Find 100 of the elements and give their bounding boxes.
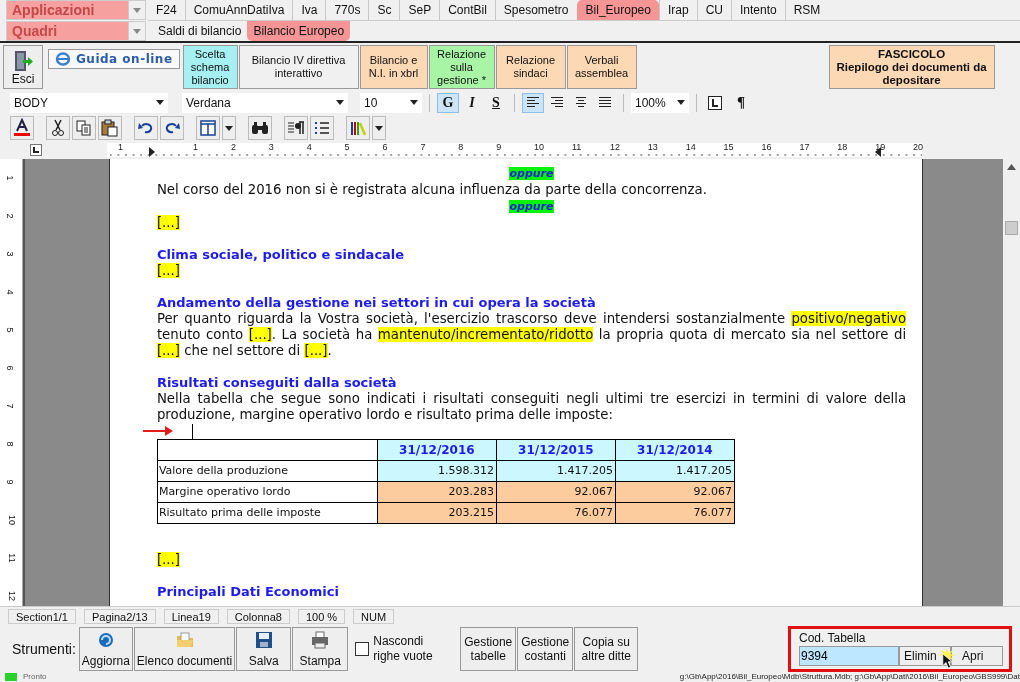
ruler-number: 1 — [4, 175, 15, 181]
ruler-number: 1 — [193, 141, 198, 152]
paragraph: [...] — [156, 214, 181, 231]
ruler-number: 12 — [609, 141, 620, 152]
app-tab[interactable]: F24 — [148, 0, 185, 20]
ruler-number: 11 — [6, 552, 17, 563]
ruler-number: 15 — [723, 141, 734, 152]
ruler-number: 7 — [4, 403, 15, 409]
ruler-number: 4 — [4, 289, 15, 295]
table-cell: Valore della produzione — [157, 460, 378, 482]
ruler-number: 17 — [799, 141, 810, 152]
ruler-number: 10 — [534, 141, 545, 152]
ruler-number: 8 — [458, 141, 464, 152]
app-tab[interactable]: ContBil — [439, 0, 495, 20]
ruler-number: 11 — [572, 141, 582, 152]
app-tab[interactable]: ComuAnnDatiIva — [184, 0, 293, 20]
zoom-dropdown[interactable]: 100% — [631, 92, 689, 113]
text-style-button[interactable]: G — [437, 92, 459, 113]
section-button[interactable]: Bilancio IV direttiva interattivo — [238, 45, 359, 89]
section-heading: Principali Dati Economici — [156, 583, 340, 600]
section-tab[interactable]: Saldi di bilancio — [152, 21, 248, 41]
ruler-number: 14 — [685, 141, 696, 152]
status-pane: 100 % — [297, 608, 346, 624]
status-pane: Pagina2/13 — [84, 608, 156, 624]
tool-button[interactable]: Stampa — [292, 626, 349, 671]
style-dropdown[interactable]: BODY — [10, 92, 168, 113]
section-heading: Risultati conseguiti dalla società — [156, 374, 398, 391]
ruler-number: 6 — [382, 141, 388, 152]
online-help-button[interactable]: Guida on-line — [48, 49, 180, 69]
ruler-number: 8 — [4, 441, 15, 447]
app-tab[interactable]: Sc — [368, 0, 400, 20]
text-style-button[interactable]: I — [461, 92, 483, 113]
ruler-number: 10 — [7, 514, 17, 525]
alternative-label: oppure — [509, 166, 554, 180]
tool-button[interactable]: Gestione tabelle — [460, 626, 517, 671]
text-style-button[interactable]: S — [485, 92, 507, 113]
paragraph: Per quanto riguarda la Vostra società, l'esercizio trascorso deve intendersi sostanzialmente positivo/negativo tenuto conto [...]. La società ha mantenuto/incrementato/ridotto la propria quota di mercato sia nel settore di [...] che nel settore di [...]. — [156, 310, 907, 359]
checkbox-label: Nascondi righe vuote — [373, 633, 434, 664]
section-button[interactable]: Relazione sulla gestione * — [428, 45, 495, 89]
table-cell: Risultato prima delle imposte — [157, 502, 378, 524]
status-text: Pronto — [23, 672, 47, 682]
column-header: 31/12/2016 — [377, 439, 497, 461]
section-button[interactable]: Scelta schema bilancio — [182, 45, 238, 89]
paragraph: [...] — [156, 262, 181, 279]
ruler-number: 6 — [4, 365, 15, 371]
app-tab[interactable]: RSM — [784, 0, 829, 20]
tool-button[interactable]: Copia su altre ditte — [574, 626, 639, 671]
section-button[interactable]: Verbali assemblea — [566, 45, 637, 89]
ruler-number: 16 — [761, 141, 772, 152]
ruler-number: 1 — [118, 141, 123, 152]
font-size-dropdown[interactable]: 10 — [360, 92, 422, 113]
formatting-marks-button[interactable]: ¶ — [730, 92, 752, 113]
ruler-number: 18 — [837, 141, 848, 152]
status-pane: NUM — [353, 608, 395, 624]
tool-button[interactable]: Elenco documenti — [133, 626, 236, 671]
dossier-button[interactable]: FASCICOLO Riepilogo dei documenti da depositare — [828, 45, 995, 89]
section-heading: Andamento della gestione nei settori in cui opera la società — [156, 294, 597, 311]
app-tab[interactable]: Bil_Europeo — [576, 0, 659, 20]
alternative-label: oppure — [509, 199, 554, 213]
status-pane: Section1/1 — [8, 608, 76, 624]
ruler-number: 5 — [344, 141, 350, 152]
app-tab[interactable]: Irap — [658, 0, 697, 20]
tool-button[interactable]: Salva — [236, 626, 292, 671]
code-button[interactable]: Apri — [951, 645, 1003, 666]
section-heading: Clima sociale, politico e sindacale — [156, 246, 406, 263]
app-tab[interactable]: SeP — [399, 0, 440, 20]
ruler-number: 2 — [4, 213, 15, 219]
ruler-number: 13 — [647, 141, 658, 152]
section-button[interactable]: Relazione sindaci — [495, 45, 566, 89]
status-pane: Colonna8 — [226, 608, 290, 624]
paragraph: Nella tabella che segue sono indicati i risultati conseguiti negli ultimi tre esercizi in termini di valore della produzione, margine operativo lordo e risultato prima delle imposte: — [156, 390, 907, 423]
tool-button[interactable]: Aggiorna — [78, 626, 133, 671]
file-path: g:\Gb\App\2016\Bil_Europeo\Mdb\Struttura.Mdb; g:\Gb\App\Dati\2016\Bil_Europeo\GBS999\Dat — [679, 672, 1020, 682]
ruler-number: 12 — [7, 590, 17, 601]
ruler-number: 5 — [4, 327, 15, 333]
ruler-number: 9 — [496, 141, 502, 152]
ruler-number: 3 — [4, 251, 15, 257]
paragraph: [...] — [156, 551, 181, 568]
app-tab[interactable]: Intento — [730, 0, 785, 20]
ruler-number: 3 — [268, 141, 274, 152]
section-tab[interactable]: Bilancio Europeo — [247, 21, 351, 41]
font-dropdown[interactable]: Verdana — [182, 92, 348, 113]
app-tab[interactable]: Spesometro — [494, 0, 577, 20]
exit-button[interactable]: Esci — [3, 45, 43, 89]
table-code-field[interactable]: 9394 — [799, 645, 899, 666]
table-cell: Margine operativo lordo — [157, 481, 378, 503]
app-tab[interactable]: 770s — [325, 0, 369, 20]
ruler-number: 9 — [4, 479, 15, 485]
ruler-number: 7 — [420, 141, 426, 152]
ruler-number: 2 — [230, 141, 236, 152]
ruler-number: 20 — [913, 141, 924, 152]
paragraph: Nel corso del 2016 non si è registrata alcuna influenza da parte della concorrenza. — [156, 181, 708, 198]
section-button[interactable]: Bilancio e N.I. in xbrl — [359, 45, 428, 89]
column-header: 31/12/2014 — [615, 439, 735, 461]
tool-button[interactable]: Gestione costanti — [517, 626, 574, 671]
column-header: 31/12/2015 — [496, 439, 616, 461]
tools-label: Strumenti: — [12, 640, 76, 657]
app-tab[interactable]: CU — [696, 0, 731, 20]
ruler-number: 4 — [306, 141, 312, 152]
app-tab[interactable]: Iva — [292, 0, 326, 20]
